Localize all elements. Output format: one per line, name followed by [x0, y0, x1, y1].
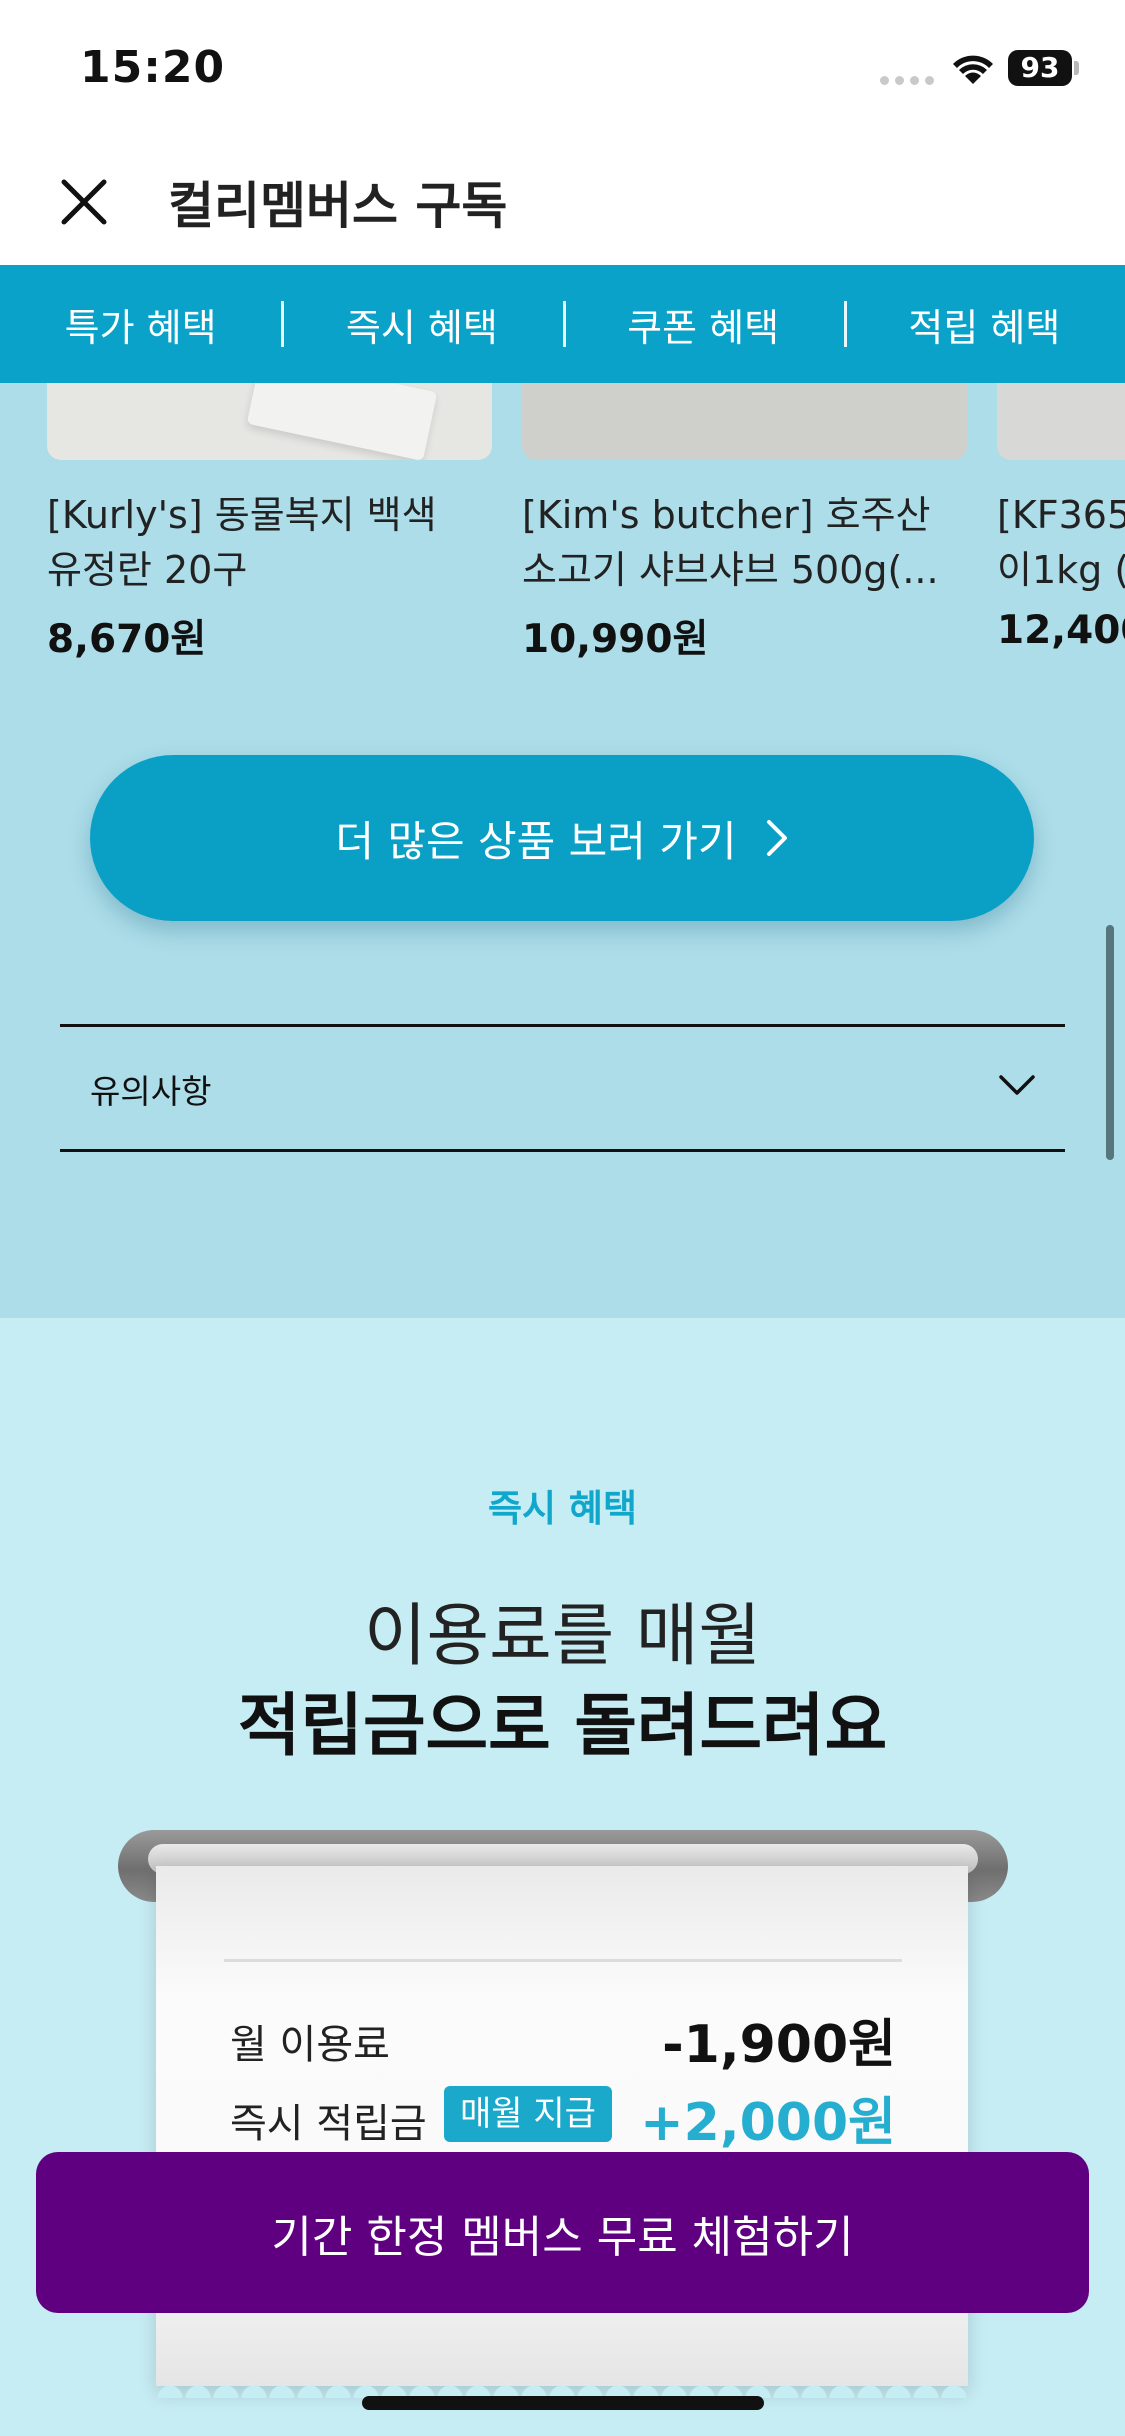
signal-icon	[880, 76, 934, 85]
chevron-right-icon	[766, 820, 787, 856]
product-image[interactable]	[522, 383, 967, 460]
product-price: 8,670원	[47, 617, 207, 662]
monthly-fee-value: -1,900원	[662, 2015, 896, 2075]
scrollbar[interactable]	[1106, 925, 1114, 1160]
product-name: [Kim's butcher] 호주산 소고기 샤브샤브 500g(...	[522, 493, 939, 592]
divider	[224, 1959, 902, 1962]
close-icon[interactable]	[52, 170, 116, 234]
notice-label: 유의사항	[90, 1072, 212, 1111]
more-products-button[interactable]: 더 많은 상품 보러 가기	[90, 755, 1034, 921]
wifi-icon	[953, 55, 993, 84]
product-price: 10,990원	[522, 617, 709, 662]
tab-coupon-benefit[interactable]: 쿠폰 혜택	[562, 297, 844, 352]
product-card[interactable]: [KF365 이1kg ( 12,400	[997, 383, 1125, 653]
more-products-label: 더 많은 상품 보러 가기	[335, 816, 737, 866]
page-header: 컬리멤버스 구독	[0, 140, 1125, 265]
instant-points-label: 즉시 적립금	[230, 2101, 427, 2147]
status-bar: 15:20 93	[0, 0, 1125, 140]
page-title: 컬리멤버스 구독	[168, 177, 508, 235]
benefit-tab-bar: 특가 혜택 즉시 혜택 쿠폰 혜택 적립 혜택	[0, 265, 1125, 383]
chevron-down-icon	[999, 1075, 1035, 1095]
monthly-fee-label: 월 이용료	[230, 2022, 390, 2068]
benefit-headline-line2: 적립금으로 돌려드려요	[237, 1687, 888, 1766]
product-image[interactable]	[47, 383, 492, 460]
status-time: 15:20	[80, 42, 226, 93]
section-label: 즉시 혜택	[487, 1487, 638, 1530]
tab-instant-benefit[interactable]: 즉시 혜택	[281, 297, 562, 352]
tab-points-benefit[interactable]: 적립 혜택	[843, 297, 1125, 352]
free-trial-button[interactable]: 기간 한정 멤버스 무료 체험하기	[36, 2152, 1089, 2313]
special-benefit-section: [Kurly's] 동물복지 백색 유정란 20구 8,670원 [Kim's …	[0, 383, 1125, 1318]
product-price: 12,400	[997, 608, 1125, 653]
battery-icon: 93	[1008, 50, 1072, 86]
benefit-headline-line1: 이용료를 매월	[364, 1597, 761, 1676]
notice-accordion[interactable]: 유의사항	[60, 1024, 1065, 1152]
product-card[interactable]: [Kurly's] 동물복지 백색 유정란 20구 8,670원	[47, 383, 492, 664]
home-indicator[interactable]	[362, 2396, 764, 2410]
tab-special-benefit[interactable]: 특가 혜택	[0, 297, 281, 352]
product-name: [Kurly's] 동물복지 백색 유정란 20구	[47, 493, 437, 592]
monthly-payment-badge: 매월 지급	[444, 2086, 612, 2142]
battery-tip	[1074, 61, 1079, 75]
product-name: [KF365 이1kg (	[997, 493, 1125, 592]
product-image[interactable]	[997, 383, 1125, 460]
receipt-edge	[156, 2368, 968, 2398]
product-card[interactable]: [Kim's butcher] 호주산 소고기 샤브샤브 500g(... 10…	[522, 383, 967, 664]
instant-points-value: +2,000원	[640, 2093, 896, 2153]
battery-level: 93	[1020, 51, 1060, 84]
